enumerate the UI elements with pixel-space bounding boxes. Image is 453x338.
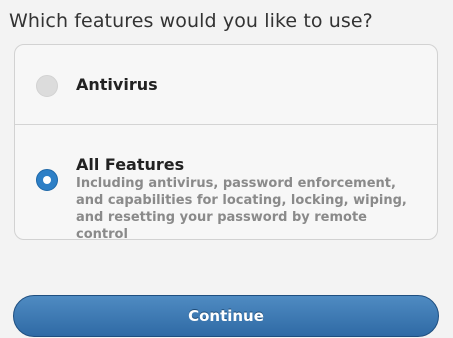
radio-dot xyxy=(43,176,51,184)
option-all-features[interactable]: All Features Including antivirus, passwo… xyxy=(15,125,437,239)
option-antivirus-label: Antivirus xyxy=(76,75,158,94)
radio-antivirus-unselected[interactable] xyxy=(36,75,58,97)
continue-button[interactable]: Continue xyxy=(13,295,439,337)
option-all-features-description: Including antivirus, password enforcemen… xyxy=(76,176,407,240)
option-all-features-label: All Features xyxy=(76,155,185,174)
option-antivirus[interactable]: Antivirus xyxy=(15,45,437,125)
question-heading: Which features would you like to use? xyxy=(9,10,373,32)
feature-options-list: Antivirus All Features Including antivir… xyxy=(14,44,438,240)
radio-all-features-selected[interactable] xyxy=(36,169,58,191)
